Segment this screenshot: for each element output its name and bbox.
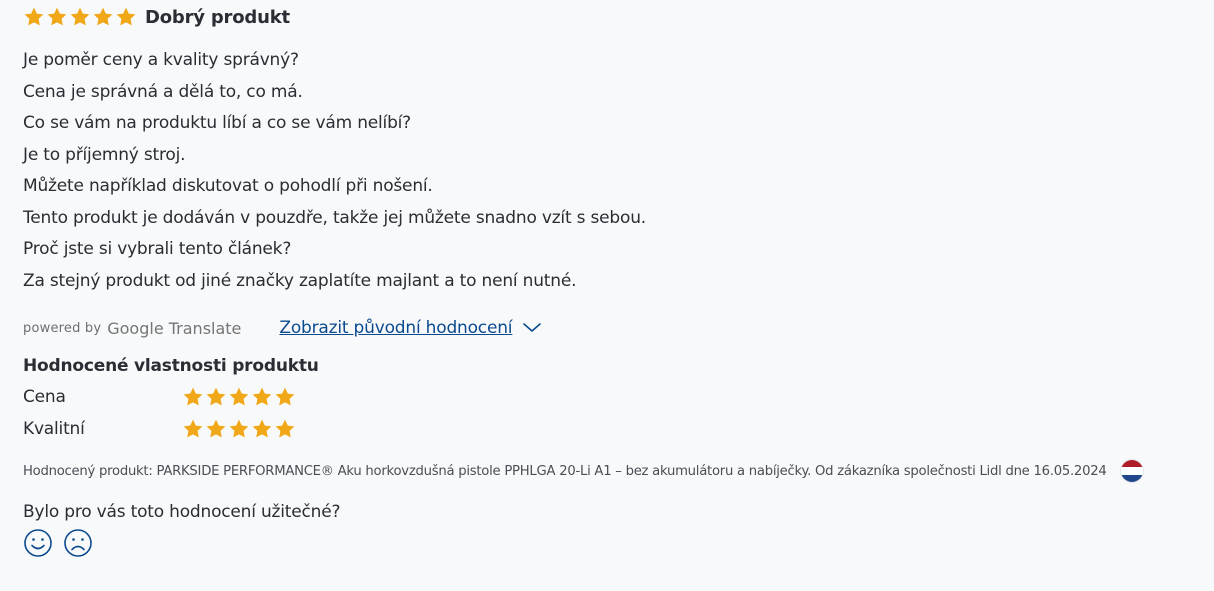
property-row-quality: Kvalitní — [23, 413, 1203, 445]
google-translate-logo: Google Translate — [107, 318, 242, 338]
helpful-question: Bylo pro vás toto hodnocení užitečné? — [23, 502, 341, 522]
property-label: Kvalitní — [23, 419, 85, 439]
star-icon — [46, 6, 68, 28]
property-rating-stars — [182, 418, 296, 440]
helpful-vote-buttons — [23, 528, 1203, 558]
powered-by-label: powered by — [23, 320, 102, 336]
netherlands-flag-icon — [1120, 460, 1143, 482]
review-body: Je poměr ceny a kvality správný? Cena je… — [23, 45, 1203, 297]
star-icon — [92, 6, 114, 28]
star-icon — [115, 6, 137, 28]
rated-properties-title: Hodnocené vlastnosti produktu — [23, 356, 319, 376]
star-icon — [205, 418, 227, 440]
translation-bar: powered by Google Translate Zobrazit pův… — [23, 313, 1203, 343]
review-line: Proč jste si vybrali tento článek? — [23, 239, 292, 259]
star-icon — [274, 418, 296, 440]
review-line: Můžete například diskutovat o pohodlí př… — [23, 176, 433, 196]
review-card: Dobrý produkt Je poměr ceny a kvality sp… — [23, 5, 1203, 558]
property-row-price: Cena — [23, 381, 1203, 413]
rated-product-text: Hodnocený produkt: PARKSIDE PERFORMANCE®… — [23, 463, 1107, 479]
review-header: Dobrý produkt — [23, 5, 1203, 29]
star-icon — [205, 386, 227, 408]
star-icon — [69, 6, 91, 28]
show-original-link[interactable]: Zobrazit původní hodnocení — [279, 318, 512, 338]
star-icon — [274, 386, 296, 408]
property-rating-stars — [182, 386, 296, 408]
review-title: Dobrý produkt — [145, 6, 290, 28]
review-line: Je to příjemný stroj. — [23, 144, 186, 165]
chevron-down-icon[interactable] — [522, 322, 542, 334]
star-icon — [228, 386, 250, 408]
star-icon — [23, 6, 45, 28]
star-icon — [182, 418, 204, 440]
rated-product-info: Hodnocený produkt: PARKSIDE PERFORMANCE®… — [23, 458, 1203, 484]
star-icon — [228, 418, 250, 440]
star-icon — [251, 418, 273, 440]
review-line: Za stejný produkt od jiné značky zaplatí… — [23, 270, 577, 291]
property-label: Cena — [23, 387, 66, 407]
star-icon — [251, 386, 273, 408]
smiley-sad-icon[interactable] — [63, 528, 93, 558]
smiley-happy-icon[interactable] — [23, 528, 53, 558]
review-line: Je poměr ceny a kvality správný? — [23, 50, 299, 70]
review-line: Co se vám na produktu líbí a co se vám n… — [23, 113, 412, 133]
review-line: Tento produkt je dodáván v pouzdře, takž… — [23, 207, 646, 228]
star-icon — [182, 386, 204, 408]
review-rating-stars — [23, 6, 137, 28]
review-line: Cena je správná a dělá to, co má. — [23, 81, 303, 102]
